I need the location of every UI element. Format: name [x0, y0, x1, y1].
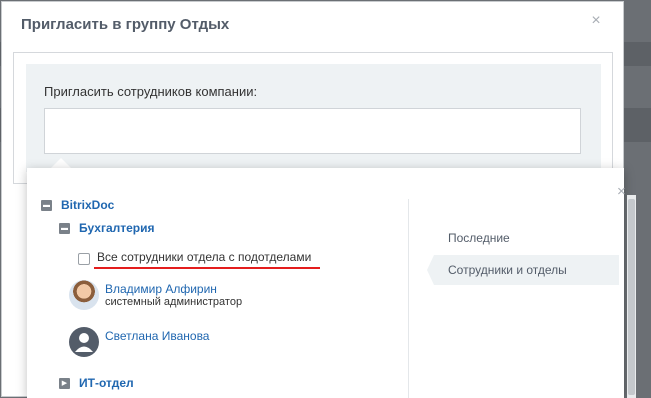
tree-dept-label[interactable]: ИТ-отдел [79, 376, 134, 390]
avatar[interactable] [69, 280, 99, 310]
tab-employees-departments[interactable]: Сотрудники и отделы [448, 263, 567, 277]
select-all-checkbox[interactable] [78, 253, 90, 265]
user-icon [75, 333, 93, 352]
tree-dept-label[interactable]: Бухгалтерия [79, 221, 155, 235]
invite-label: Пригласить сотрудников компании: [44, 84, 258, 99]
highlight-underline [94, 267, 320, 269]
tab-recent[interactable]: Последние [448, 231, 510, 245]
scrollbar[interactable] [627, 195, 636, 398]
person-name[interactable]: Владимир Алфирин [105, 282, 217, 296]
avatar[interactable] [69, 327, 99, 357]
scrollbar-thumb[interactable] [628, 199, 635, 395]
dialog-title: Пригласить в группу Отдых [21, 16, 230, 33]
select-all-label[interactable]: Все сотрудники отдела с подотделами [97, 250, 311, 264]
popup-divider [408, 199, 409, 398]
popup-close-button[interactable]: × [617, 184, 626, 199]
expand-icon[interactable]: ▶ [59, 378, 70, 389]
selector-popup: × ▬ BitrixDoc ▬ Бухгалтерия Все сотрудни… [27, 168, 636, 398]
person-position: системный администратор [105, 296, 243, 308]
invite-input[interactable] [44, 108, 581, 154]
tree-root-label[interactable]: BitrixDoc [61, 198, 114, 212]
person-name[interactable]: Светлана Иванова [105, 329, 209, 343]
active-tab-notch [427, 255, 434, 285]
collapse-icon[interactable]: ▬ [41, 200, 52, 211]
collapse-icon[interactable]: ▬ [59, 223, 70, 234]
dialog-close-button[interactable]: × [589, 13, 603, 29]
